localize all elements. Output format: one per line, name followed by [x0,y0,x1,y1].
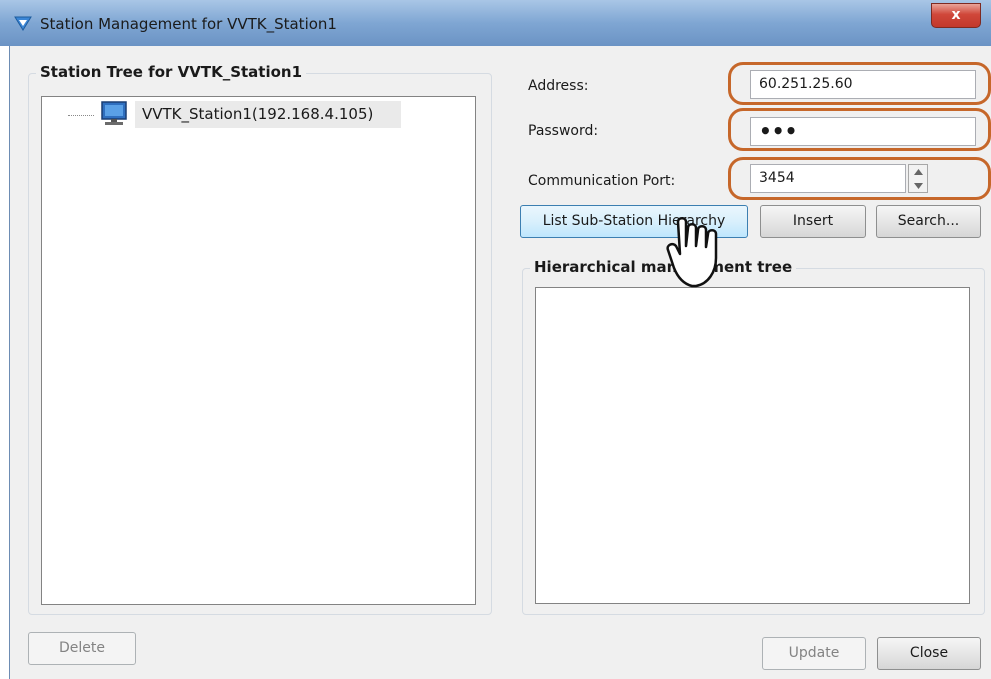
close-button[interactable]: Close [877,637,981,670]
hand-pointer-icon [666,217,718,288]
title-bar[interactable]: Station Management for VVTK_Station1 x [0,0,991,46]
insert-button[interactable]: Insert [760,205,866,238]
search-button[interactable]: Search... [876,205,981,238]
address-label: Address: [528,78,589,94]
close-icon: x [951,7,961,23]
app-icon [14,16,32,31]
tree-node-vvtk-station1[interactable]: VVTK_Station1(192.168.4.105) [135,101,401,128]
station-tree-view[interactable] [41,96,476,605]
window-title: Station Management for VVTK_Station1 [40,15,337,33]
update-button[interactable]: Update [762,637,866,670]
tree-connector-line [68,115,94,116]
password-label: Password: [528,123,599,139]
station-tree-title: Station Tree for VVTK_Station1 [36,63,307,81]
port-highlight [728,157,991,200]
address-highlight [728,62,991,105]
delete-button[interactable]: Delete [28,632,136,665]
monitor-icon [101,101,127,125]
password-highlight [728,108,991,151]
window-close-button[interactable]: x [931,3,981,28]
hierarchy-tree-view[interactable] [535,287,970,604]
port-label: Communication Port: [528,173,676,189]
tree-node-label: VVTK_Station1(192.168.4.105) [142,105,374,123]
